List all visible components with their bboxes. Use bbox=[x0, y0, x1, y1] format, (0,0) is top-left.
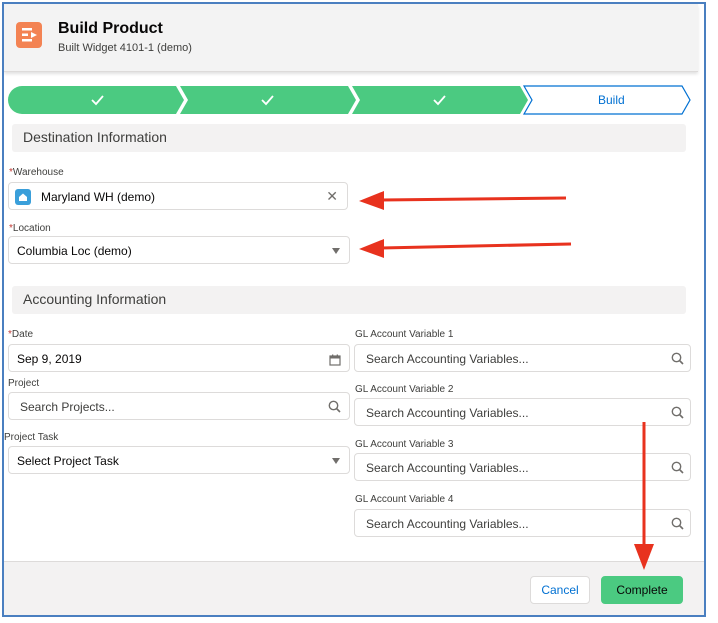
annotation-arrow-warehouse bbox=[359, 191, 567, 210]
annotation-overlay bbox=[359, 191, 654, 570]
annotation-arrow-complete bbox=[634, 422, 654, 570]
annotation-arrow-location bbox=[359, 239, 572, 258]
modal-frame: Build Product Built Widget 4101-1 (demo)… bbox=[2, 2, 706, 617]
